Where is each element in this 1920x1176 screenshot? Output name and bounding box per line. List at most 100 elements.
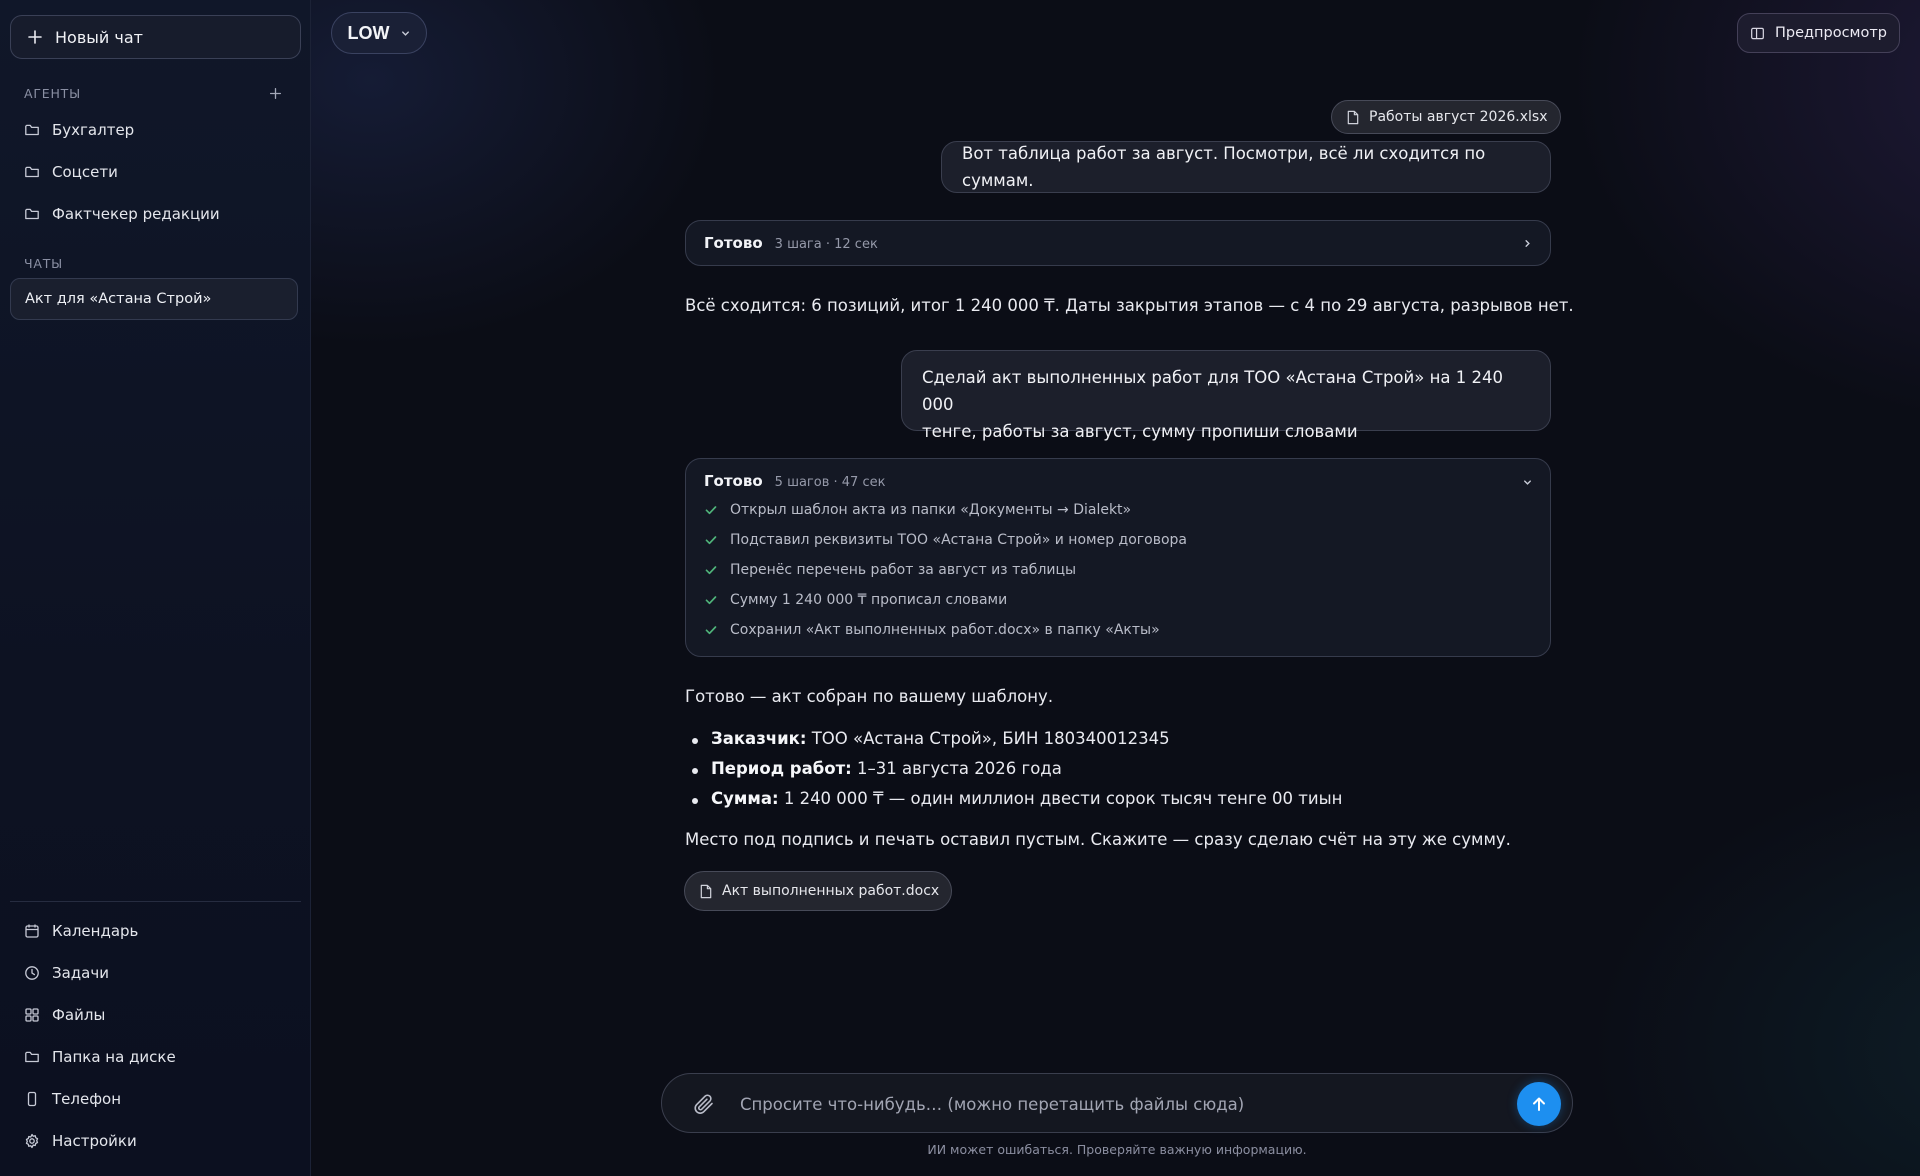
sidebar-item-phone[interactable]: Телефон xyxy=(24,1087,121,1111)
attachment-name: Работы август 2026.xlsx xyxy=(1369,109,1548,125)
list-item: Сумма: 1 240 000 ₸ — один миллион двести… xyxy=(691,789,1343,808)
user-message-line: тенге, работы за август, сумму пропиши с… xyxy=(922,422,1358,441)
gear-icon xyxy=(25,1133,39,1149)
arrow-up-icon xyxy=(1533,1097,1545,1111)
chat-main: LOW Предпросмотр Работы август 2026.xlsx… xyxy=(311,0,1920,1176)
status-title: Готово xyxy=(704,472,763,490)
clock-icon xyxy=(25,966,39,980)
step-item: Подставил реквизиты ТОО «Астана Строй» и… xyxy=(704,532,1187,548)
sidebar-item-agent-social[interactable]: Соцсети xyxy=(24,160,118,184)
list-item-label: Заказчик: xyxy=(711,729,807,748)
status-panel-expanded: Готово 5 шагов · 47 сек Открыл шаблон ак… xyxy=(685,458,1551,657)
sidebar: Новый чат АГЕНТЫ Бухгалтер Соцсети Фактч… xyxy=(0,0,311,1176)
sidebar-item-label: Телефон xyxy=(52,1090,122,1108)
user-message-text: Вот таблица работ за август. Посмотри, в… xyxy=(962,144,1486,190)
step-text: Открыл шаблон акта из папки «Документы →… xyxy=(730,502,1132,518)
status-panel-collapsed[interactable]: Готово 3 шага · 12 сек xyxy=(685,220,1551,266)
chat-item-astana-stroy[interactable]: Акт для «Астана Строй» xyxy=(10,278,298,320)
grid-icon xyxy=(25,1008,39,1022)
sidebar-item-label: Настройки xyxy=(52,1132,137,1150)
file-icon xyxy=(1347,110,1359,124)
step-text: Сумму 1 240 000 ₸ прописал словами xyxy=(730,592,1008,608)
sidebar-item-disk-folder[interactable]: Папка на диске xyxy=(24,1045,176,1069)
model-label: LOW xyxy=(347,22,390,43)
sidebar-item-label: Бухгалтер xyxy=(52,121,135,139)
list-item-value: ТОО «Астана Строй», БИН 180340012345 xyxy=(806,729,1170,748)
chevron-down-icon xyxy=(1523,479,1531,485)
folder-icon xyxy=(25,124,39,136)
message-composer xyxy=(661,1073,1573,1133)
attach-button[interactable] xyxy=(692,1092,716,1116)
attachment-chip-xlsx[interactable]: Работы август 2026.xlsx xyxy=(1331,100,1561,134)
step-item: Сохранил «Акт выполненных работ.docx» в … xyxy=(704,622,1160,638)
chevron-down-icon xyxy=(401,30,409,36)
step-item: Сумму 1 240 000 ₸ прописал словами xyxy=(704,592,1007,608)
check-icon xyxy=(705,536,717,545)
file-icon xyxy=(700,884,712,898)
folder-icon xyxy=(25,1051,39,1063)
status-meta: 3 шага · 12 сек xyxy=(774,237,878,252)
step-text: Перенёс перечень работ за август из табл… xyxy=(730,562,1077,578)
sidebar-item-label: Задачи xyxy=(52,964,109,982)
sidebar-item-settings[interactable]: Настройки xyxy=(24,1129,137,1153)
status-header: Готово 3 шага · 12 сек xyxy=(704,234,878,252)
phone-icon xyxy=(27,1091,37,1107)
list-item-label: Период работ: xyxy=(711,759,852,778)
list-item-value: 1 240 000 ₸ — один миллион двести сорок … xyxy=(778,789,1343,808)
sidebar-item-label: Файлы xyxy=(52,1006,106,1024)
attachment-name: Акт выполненных работ.docx xyxy=(722,883,940,899)
status-header: Готово 5 шагов · 47 сек xyxy=(704,472,885,490)
assistant-message-text: Всё сходится: 6 позиций, итог 1 240 000 … xyxy=(685,296,1574,315)
preview-label: Предпросмотр xyxy=(1774,25,1888,41)
message-input[interactable] xyxy=(740,1088,1500,1120)
sidebar-item-label: Соцсети xyxy=(52,163,118,181)
preview-button[interactable]: Предпросмотр xyxy=(1737,13,1900,53)
check-icon xyxy=(705,506,717,515)
sidebar-item-label: Календарь xyxy=(52,922,139,940)
sidebar-item-calendar[interactable]: Календарь xyxy=(24,919,138,943)
assistant-message-outro: Место под подпись и печать оставил пусты… xyxy=(685,830,1511,849)
list-item-label: Сумма: xyxy=(711,789,779,808)
sidebar-item-agent-factchecker[interactable]: Фактчекер редакции xyxy=(24,202,220,226)
add-agent-button[interactable] xyxy=(266,84,284,102)
send-button[interactable] xyxy=(1517,1082,1561,1126)
list-item: Период работ: 1–31 августа 2026 года xyxy=(692,759,1062,778)
calendar-icon xyxy=(25,924,39,938)
sidebar-item-agent-accountant[interactable]: Бухгалтер xyxy=(24,118,134,142)
attachment-chip-docx[interactable]: Акт выполненных работ.docx xyxy=(684,871,953,911)
plus-icon xyxy=(269,87,281,99)
plus-icon xyxy=(28,30,42,44)
disclaimer: ИИ может ошибаться. Проверяйте важную ин… xyxy=(927,1142,1307,1157)
folder-icon xyxy=(25,166,39,178)
folder-icon xyxy=(25,208,39,220)
user-message-line: Сделай акт выполненных работ для ТОО «Ас… xyxy=(922,368,1503,414)
step-text: Сохранил «Акт выполненных работ.docx» в … xyxy=(730,622,1160,638)
sidebar-item-tasks[interactable]: Задачи xyxy=(24,961,109,985)
assistant-message-intro: Готово — акт собран по вашему шаблону. xyxy=(685,687,1054,706)
agents-section-label: АГЕНТЫ xyxy=(24,86,81,101)
status-title: Готово xyxy=(704,234,763,252)
check-icon xyxy=(705,596,717,605)
model-selector[interactable]: LOW xyxy=(331,12,427,54)
app-window: Новый чат АГЕНТЫ Бухгалтер Соцсети Фактч… xyxy=(0,0,1920,1176)
panel-icon xyxy=(1751,27,1764,39)
step-text: Подставил реквизиты ТОО «Астана Строй» и… xyxy=(730,532,1187,548)
expand-toggle[interactable] xyxy=(1518,234,1536,252)
check-icon xyxy=(705,626,717,635)
list-item-value: 1–31 августа 2026 года xyxy=(851,759,1062,778)
paperclip-icon xyxy=(694,1094,713,1114)
chats-section-label: ЧАТЫ xyxy=(24,256,63,271)
new-chat-label: Новый чат xyxy=(55,27,143,47)
user-message: Сделай акт выполненных работ для ТОО «Ас… xyxy=(901,350,1551,441)
sidebar-divider xyxy=(10,901,301,902)
new-chat-button[interactable]: Новый чат xyxy=(10,15,301,59)
chat-item-label: Акт для «Астана Строй» xyxy=(25,291,212,307)
collapse-toggle[interactable] xyxy=(1518,473,1536,491)
user-message: Вот таблица работ за август. Посмотри, в… xyxy=(941,141,1551,193)
chevron-right-icon xyxy=(1524,239,1530,247)
sidebar-item-files[interactable]: Файлы xyxy=(24,1003,105,1027)
step-item: Открыл шаблон акта из папки «Документы →… xyxy=(704,502,1131,518)
status-meta: 5 шагов · 47 сек xyxy=(774,475,886,490)
step-item: Перенёс перечень работ за август из табл… xyxy=(704,562,1076,578)
sidebar-item-label: Фактчекер редакции xyxy=(52,205,220,223)
